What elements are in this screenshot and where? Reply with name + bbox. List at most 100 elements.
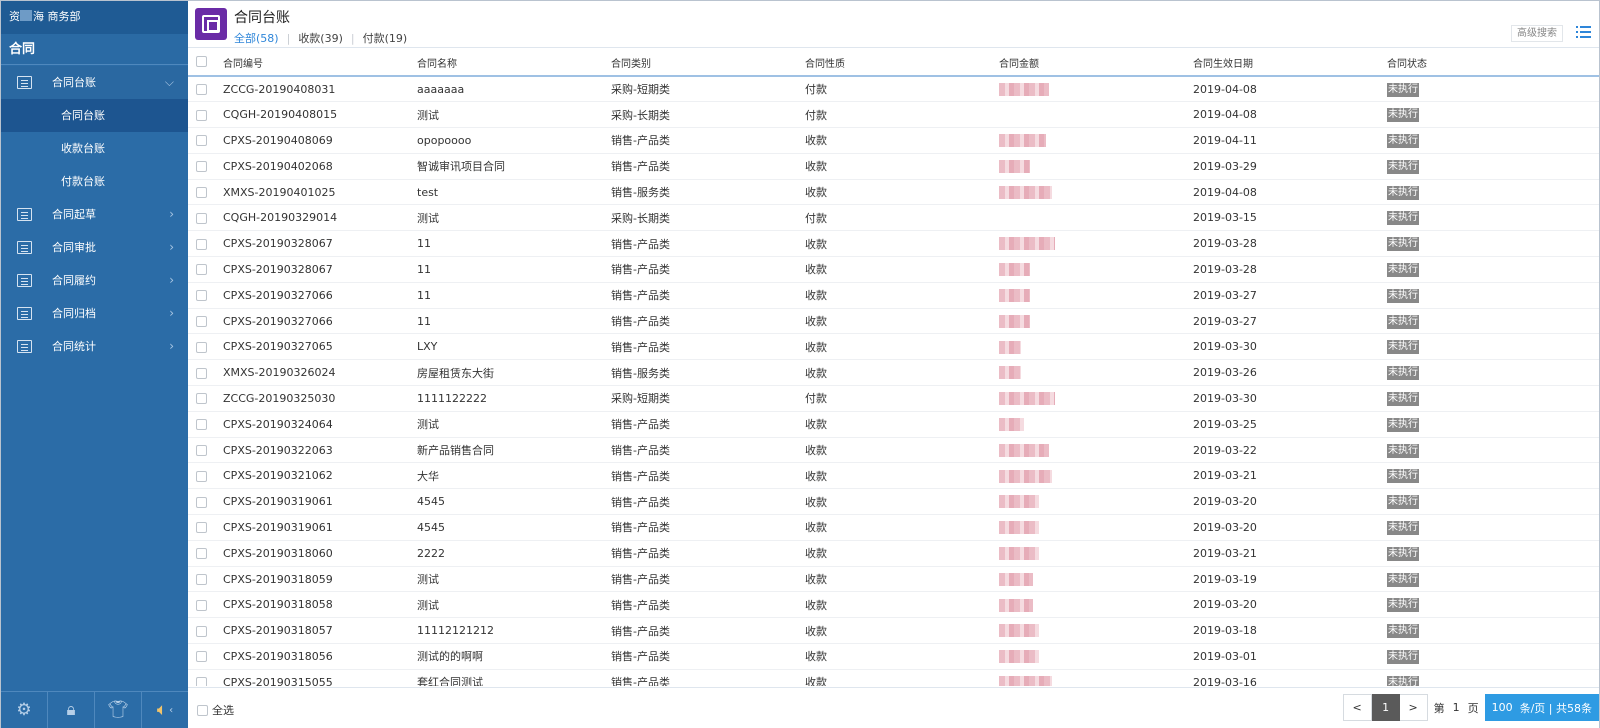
status-badge: 未执行 (1387, 185, 1419, 200)
table-row[interactable]: ZCCG-20190408031 aaaaaaa 采购-短期类 付款 2019-04-0… (188, 76, 1599, 103)
table-row[interactable]: CPXS-20190319061 4545 销售-产品类 收款 2019-03-20 未执… (188, 488, 1599, 516)
row-checkbox[interactable] (196, 548, 207, 560)
sidebar-toolbar: ⚙ 🔒︎ 👕︎ 🔈︎ ‹ (1, 691, 188, 728)
table-row[interactable]: CPXS-20190408069 opopoooo 销售-产品类 收款 2019-04-… (188, 127, 1599, 154)
table-row[interactable]: CPXS-20190318060 2222 销售-产品类 收款 2019-03-21 未执… (188, 540, 1599, 567)
amount-redacted (999, 82, 1049, 96)
table-row[interactable]: CPXS-20190327065 LXY 销售-产品类 收款 2019-03-30 未执行 (188, 333, 1599, 361)
table-row[interactable]: CPXS-20190328067 11 销售-产品类 收款 2019-03-28 未执行 (188, 256, 1599, 283)
speaker-icon[interactable]: 🔈︎ ‹ (142, 692, 188, 728)
row-checkbox[interactable] (196, 677, 207, 686)
table-row[interactable]: CPXS-20190319061 4545 销售-产品类 收款 2019-03-20 未执… (188, 514, 1599, 541)
row-checkbox[interactable] (196, 470, 207, 482)
row-checkbox[interactable] (196, 393, 207, 405)
row-checkbox[interactable] (196, 316, 207, 328)
table-row[interactable]: CPXS-20190322063 新产品销售合同 销售-产品类 收款 2019-03-2… (188, 437, 1599, 464)
table-row[interactable]: CQGH-20190329014 测试 采购-长期类 付款 2019-03-15 未执行 (188, 204, 1599, 232)
table-row[interactable]: CPXS-20190327066 11 销售-产品类 收款 2019-03-27 未执行 (188, 308, 1599, 335)
column-header[interactable]: 合同名称 (417, 49, 611, 77)
table-footer: 全选 < 1 > 第1页 100 条/页 | 共58条 (188, 687, 1599, 728)
filter-tab[interactable]: 全部(58) (234, 32, 279, 45)
sidebar-item[interactable]: 合同起草 › (1, 198, 188, 231)
cell-status: 未执行 (1387, 282, 1599, 309)
select-all-header-checkbox[interactable] (196, 56, 207, 68)
row-checkbox[interactable] (196, 419, 207, 431)
table-row[interactable]: XMXS-20190326024 房屋租赁东大街 销售-服务类 收款 2019-03-2… (188, 359, 1599, 387)
table-row[interactable]: CQGH-20190408015 测试 采购-长期类 付款 2019-04-08 未执行 (188, 101, 1599, 129)
filter-tab[interactable]: 付款(19) (363, 32, 408, 45)
select-all[interactable]: 全选 (197, 702, 234, 718)
gear-icon[interactable]: ⚙ (1, 692, 48, 728)
row-checkbox[interactable] (196, 496, 207, 508)
column-header[interactable]: 合同类别 (611, 49, 805, 77)
row-checkbox[interactable] (196, 187, 207, 199)
page-number-button[interactable]: 1 (1371, 694, 1400, 721)
sidebar-subitem[interactable]: 付款台账 (1, 165, 188, 198)
table-row[interactable]: CPXS-20190318058 测试 销售-产品类 收款 2019-03-20 未执行 (188, 591, 1599, 619)
column-header[interactable]: 合同性质 (805, 49, 999, 77)
page-size-selector[interactable]: 100 条/页 | 共58条 (1484, 694, 1599, 721)
column-header[interactable]: 合同生效日期 (1193, 49, 1387, 77)
cell-date: 2019-03-01 (1193, 643, 1387, 670)
row-checkbox[interactable] (196, 367, 207, 379)
row-checkbox[interactable] (196, 135, 207, 147)
sidebar-item[interactable]: 合同审批 › (1, 231, 188, 264)
cell-amount (999, 617, 1193, 645)
sidebar-item[interactable]: 合同统计 › (1, 330, 188, 363)
cell-id: CPXS-20190324064 (223, 411, 417, 438)
list-view-icon[interactable] (1576, 26, 1591, 39)
table-row[interactable]: CPXS-20190318056 测试的的啊啊 销售-产品类 收款 2019-03-01… (188, 643, 1599, 670)
select-all-checkbox[interactable] (197, 705, 208, 716)
table-row[interactable]: CPXS-20190318059 测试 销售-产品类 收款 2019-03-19 未执行 (188, 566, 1599, 593)
next-page-button[interactable]: > (1399, 694, 1428, 721)
row-checkbox[interactable] (196, 264, 207, 276)
sidebar-item[interactable]: 合同台账 ⌵ (1, 66, 188, 99)
row-checkbox[interactable] (196, 651, 207, 663)
row-checkbox[interactable] (196, 625, 207, 637)
row-checkbox[interactable] (196, 161, 207, 173)
row-checkbox[interactable] (196, 84, 207, 96)
status-badge: 未执行 (1387, 391, 1419, 406)
row-checkbox[interactable] (196, 109, 207, 121)
column-header[interactable]: 合同金额 (999, 49, 1193, 77)
amount-redacted (999, 314, 1030, 328)
table-row[interactable]: CPXS-20190327066 11 销售-产品类 收款 2019-03-27 未执行 (188, 282, 1599, 309)
collapse-chevron-icon[interactable]: ‹ (169, 705, 173, 716)
column-header[interactable]: 合同状态 (1387, 49, 1599, 77)
table-row[interactable]: CPXS-20190402068 智诚审讯项目合同 销售-产品类 收款 2019-03-… (188, 153, 1599, 180)
column-header[interactable]: 合同编号 (223, 49, 417, 77)
cell-category: 销售-产品类 (611, 411, 805, 438)
table-row[interactable]: XMXS-20190401025 test 销售-服务类 收款 2019-04-08 未执… (188, 179, 1599, 206)
row-checkbox[interactable] (196, 212, 207, 224)
shirt-icon[interactable]: 👕︎ (95, 692, 142, 728)
cell-category: 销售-产品类 (611, 230, 805, 258)
row-checkbox[interactable] (196, 522, 207, 534)
row-checkbox[interactable] (196, 574, 207, 586)
filter-tab[interactable]: 收款(39) (298, 32, 343, 45)
cell-date: 2019-03-19 (1193, 566, 1387, 593)
table-row[interactable]: CPXS-20190315055 套红合同测试 销售-产品类 收款 2019-03-16… (188, 669, 1599, 686)
sidebar-item-label: 合同台账 (52, 76, 96, 89)
table-row[interactable]: ZCCG-20190325030 1111122222 采购-短期类 付款 2019-0… (188, 385, 1599, 412)
row-checkbox[interactable] (196, 445, 207, 457)
table-row[interactable]: CPXS-20190328067 11 销售-产品类 收款 2019-03-28 未执行 (188, 230, 1599, 258)
prev-page-button[interactable]: < (1342, 694, 1372, 721)
lock-icon[interactable]: 🔒︎ (48, 692, 95, 728)
page-indicator: 第1页 (1427, 694, 1485, 721)
row-checkbox-cell (188, 333, 223, 361)
row-checkbox[interactable] (196, 290, 207, 302)
status-badge: 未执行 (1387, 624, 1419, 639)
sidebar-item[interactable]: 合同归档 › (1, 297, 188, 330)
advanced-search-button[interactable]: 高级搜索 (1511, 25, 1563, 42)
table-row[interactable]: CPXS-20190324064 测试 销售-产品类 收款 2019-03-25 未执行 (188, 411, 1599, 438)
cell-amount (999, 230, 1193, 258)
table-row[interactable]: CPXS-20190318057 11112121212 销售-产品类 收款 2019-… (188, 617, 1599, 645)
row-checkbox[interactable] (196, 341, 207, 353)
table-row[interactable]: CPXS-20190321062 大华 销售-产品类 收款 2019-03-21 未执行 (188, 462, 1599, 490)
row-checkbox[interactable] (196, 599, 207, 611)
cell-date: 2019-03-27 (1193, 282, 1387, 309)
row-checkbox[interactable] (196, 238, 207, 250)
sidebar-subitem[interactable]: 合同台账 (1, 99, 188, 132)
sidebar-subitem[interactable]: 收款台账 (1, 132, 188, 165)
sidebar-item[interactable]: 合同履约 › (1, 264, 188, 297)
